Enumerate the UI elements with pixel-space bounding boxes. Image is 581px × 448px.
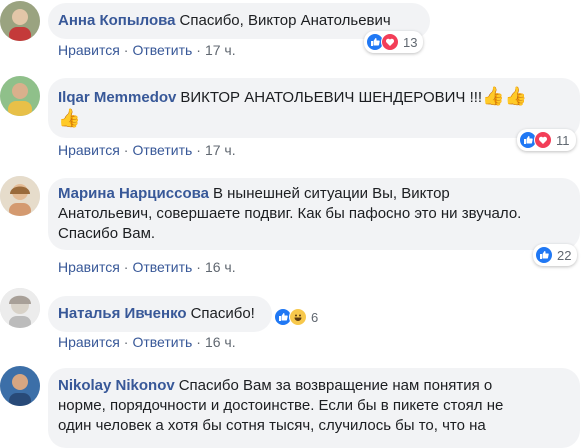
comment-time[interactable]: 16 ч. bbox=[205, 334, 236, 350]
avatar[interactable] bbox=[0, 76, 40, 116]
like-link[interactable]: Нравится bbox=[58, 142, 120, 158]
comment-text: В нынешней ситуации Вы, Виктор bbox=[212, 185, 450, 202]
comment-author[interactable]: Ilqar Memmedov bbox=[58, 89, 176, 106]
love-icon bbox=[534, 131, 552, 149]
comment-author[interactable]: Анна Копылова bbox=[58, 12, 176, 29]
reaction-count: 13 bbox=[403, 34, 418, 50]
comment-time[interactable]: 17 ч. bbox=[205, 42, 236, 58]
comment-text: Спасибо! bbox=[190, 305, 255, 322]
avatar[interactable] bbox=[0, 288, 40, 328]
like-link[interactable]: Нравится bbox=[58, 42, 120, 58]
comment-text: Спасибо Вам за возвращение нам понятия о bbox=[178, 377, 493, 394]
comment-actions: Нравится · Ответить · 17 ч. bbox=[58, 142, 236, 158]
like-link[interactable]: Нравится bbox=[58, 334, 120, 350]
like-icon bbox=[535, 246, 553, 264]
avatar[interactable] bbox=[0, 176, 40, 216]
reply-link[interactable]: Ответить bbox=[132, 259, 192, 275]
comment-bubble: Наталья Ивченко Спасибо! bbox=[48, 296, 272, 332]
comment-author[interactable]: Марина Нарциссова bbox=[58, 185, 209, 202]
comment-text: Спасибо, Виктор Анатольевич bbox=[179, 12, 391, 29]
reactions-summary[interactable]: 22 bbox=[533, 244, 578, 266]
comment-author[interactable]: Наталья Ивченко bbox=[58, 305, 187, 322]
comment-text: Спасибо Вам. bbox=[58, 225, 156, 242]
love-icon bbox=[381, 33, 399, 51]
like-link[interactable]: Нравится bbox=[58, 259, 120, 275]
comment-author[interactable]: Nikolay Nikonov bbox=[58, 377, 175, 394]
avatar[interactable] bbox=[0, 1, 40, 41]
comment-bubble: Nikolay Nikonov Спасибо Вам за возвращени… bbox=[48, 368, 580, 448]
comment-text: один человек а хотя бы сотня тысяч, случ… bbox=[58, 417, 486, 434]
thumbs-up-emoji: 👍 bbox=[58, 108, 81, 128]
reaction-count: 11 bbox=[556, 132, 570, 148]
haha-icon bbox=[289, 308, 307, 326]
avatar[interactable] bbox=[0, 366, 40, 406]
reply-link[interactable]: Ответить bbox=[132, 42, 192, 58]
reaction-count: 22 bbox=[557, 247, 572, 263]
reactions-summary[interactable]: 11 bbox=[517, 129, 576, 151]
comment-bubble: Ilqar Memmedov ВИКТОР АНАТОЛЬЕВИЧ ШЕНДЕРО… bbox=[48, 78, 580, 138]
reply-link[interactable]: Ответить bbox=[132, 142, 192, 158]
comment-actions: Нравится · Ответить · 16 ч. bbox=[58, 334, 236, 350]
comment-text: ВИКТОР АНАТОЛЬЕВИЧ ШЕНДЕРОВИЧ !!! bbox=[180, 89, 483, 106]
comment-text: Анатольевич, совершаете подвиг. Как бы п… bbox=[58, 205, 522, 222]
thumbs-up-emoji: 👍👍 bbox=[482, 86, 527, 106]
comment-bubble: Марина Нарциссова В нынешней ситуации Вы,… bbox=[48, 178, 580, 250]
comment-time[interactable]: 17 ч. bbox=[205, 142, 236, 158]
comment-actions: Нравится · Ответить · 16 ч. bbox=[58, 259, 236, 275]
comment-text: норме, порядочности и достоинстве. Если … bbox=[58, 397, 504, 414]
reaction-count: 6 bbox=[311, 309, 319, 325]
comment-actions: Нравится · Ответить · 17 ч. bbox=[58, 42, 236, 58]
reactions-summary[interactable]: 13 bbox=[364, 31, 424, 53]
comment-time[interactable]: 16 ч. bbox=[205, 259, 236, 275]
reactions-summary[interactable]: 6 bbox=[272, 306, 324, 328]
reply-link[interactable]: Ответить bbox=[132, 334, 192, 350]
